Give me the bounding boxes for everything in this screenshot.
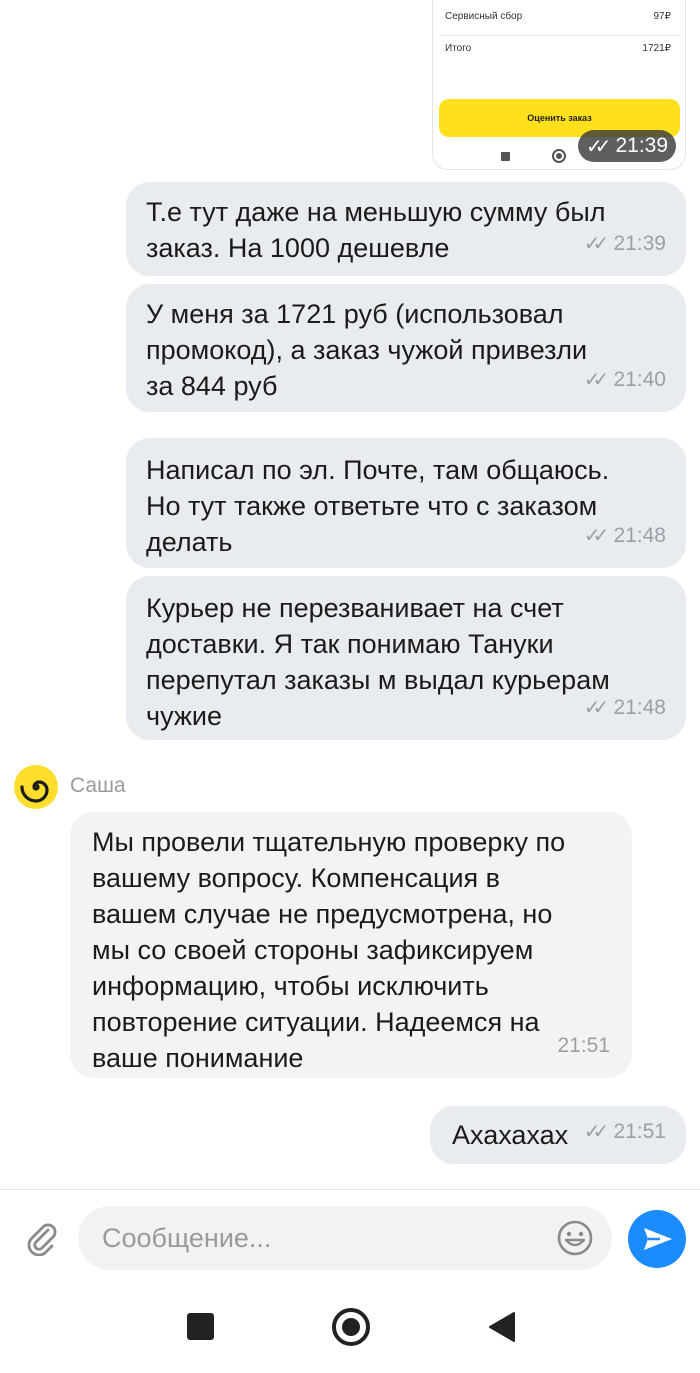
composer-divider	[0, 1189, 700, 1190]
message-meta: ✓✓ 21:51	[584, 1114, 666, 1150]
total-value: 1721₽	[642, 43, 671, 54]
smiley-icon[interactable]	[556, 1219, 594, 1257]
message-bubble-outgoing[interactable]: У меня за 1721 руб (использовал промокод…	[126, 284, 686, 412]
message-text: Мы провели тщательную проверку по вашему…	[92, 827, 566, 1073]
message-time: 21:48	[613, 696, 666, 719]
send-arrow-icon	[644, 1228, 672, 1250]
back-button[interactable]	[488, 1311, 516, 1343]
send-button[interactable]	[628, 1210, 686, 1268]
message-bubble-outgoing[interactable]: Курьер не перезванивает на счет доставки…	[126, 576, 686, 740]
sender-name: Саша	[70, 774, 126, 797]
message-meta: ✓✓ 21:48	[584, 690, 666, 726]
yandex-spiral-logo	[20, 780, 49, 803]
message-bubble-outgoing[interactable]: Ахахахах ✓✓ 21:51	[430, 1106, 686, 1164]
message-input[interactable]	[102, 1206, 542, 1270]
message-bubble-outgoing[interactable]: Написал по эл. Почте, там общаюсь. Но ту…	[126, 438, 686, 568]
home-button[interactable]	[332, 1308, 370, 1346]
double-check-icon: ✓✓	[583, 697, 609, 719]
message-meta: ✓✓ 21:48	[584, 518, 666, 554]
double-check-icon: ✓✓	[583, 233, 609, 255]
message-bubble-outgoing[interactable]: Т.е тут даже на меньшую сумму был заказ.…	[126, 182, 686, 276]
divider	[439, 35, 679, 36]
message-time: 21:39	[613, 232, 666, 255]
service-fee-row: Сервисный сбор 97₽	[445, 11, 671, 22]
message-time: 21:51	[613, 1120, 666, 1143]
total-label: Итого	[445, 43, 472, 54]
message-time: 21:51	[557, 1034, 610, 1057]
double-check-icon: ✓✓	[585, 135, 611, 158]
message-time: 21:40	[613, 368, 666, 391]
attachment-timestamp: ✓✓ 21:39	[578, 130, 676, 162]
total-row: Итого 1721₽	[445, 43, 671, 54]
message-input-container[interactable]	[78, 1206, 612, 1270]
message-time: 21:48	[613, 524, 666, 547]
message-meta: 21:51	[557, 1028, 610, 1064]
recent-apps-button[interactable]	[187, 1313, 214, 1340]
service-fee-value: 97₽	[653, 11, 672, 22]
message-meta: ✓✓ 21:40	[584, 362, 666, 398]
message-bubble-incoming[interactable]: Мы провели тщательную проверку по вашему…	[70, 812, 632, 1078]
recent-apps-icon	[501, 152, 510, 161]
avatar[interactable]	[14, 765, 58, 809]
service-fee-label: Сервисный сбор	[445, 11, 523, 22]
double-check-icon: ✓✓	[583, 525, 609, 547]
attachment-time: 21:39	[615, 134, 669, 157]
message-meta: ✓✓ 21:39	[584, 226, 666, 262]
double-check-icon: ✓✓	[583, 1121, 609, 1143]
paperclip-icon[interactable]	[22, 1218, 60, 1257]
double-check-icon: ✓✓	[583, 369, 609, 391]
home-icon	[552, 149, 566, 163]
